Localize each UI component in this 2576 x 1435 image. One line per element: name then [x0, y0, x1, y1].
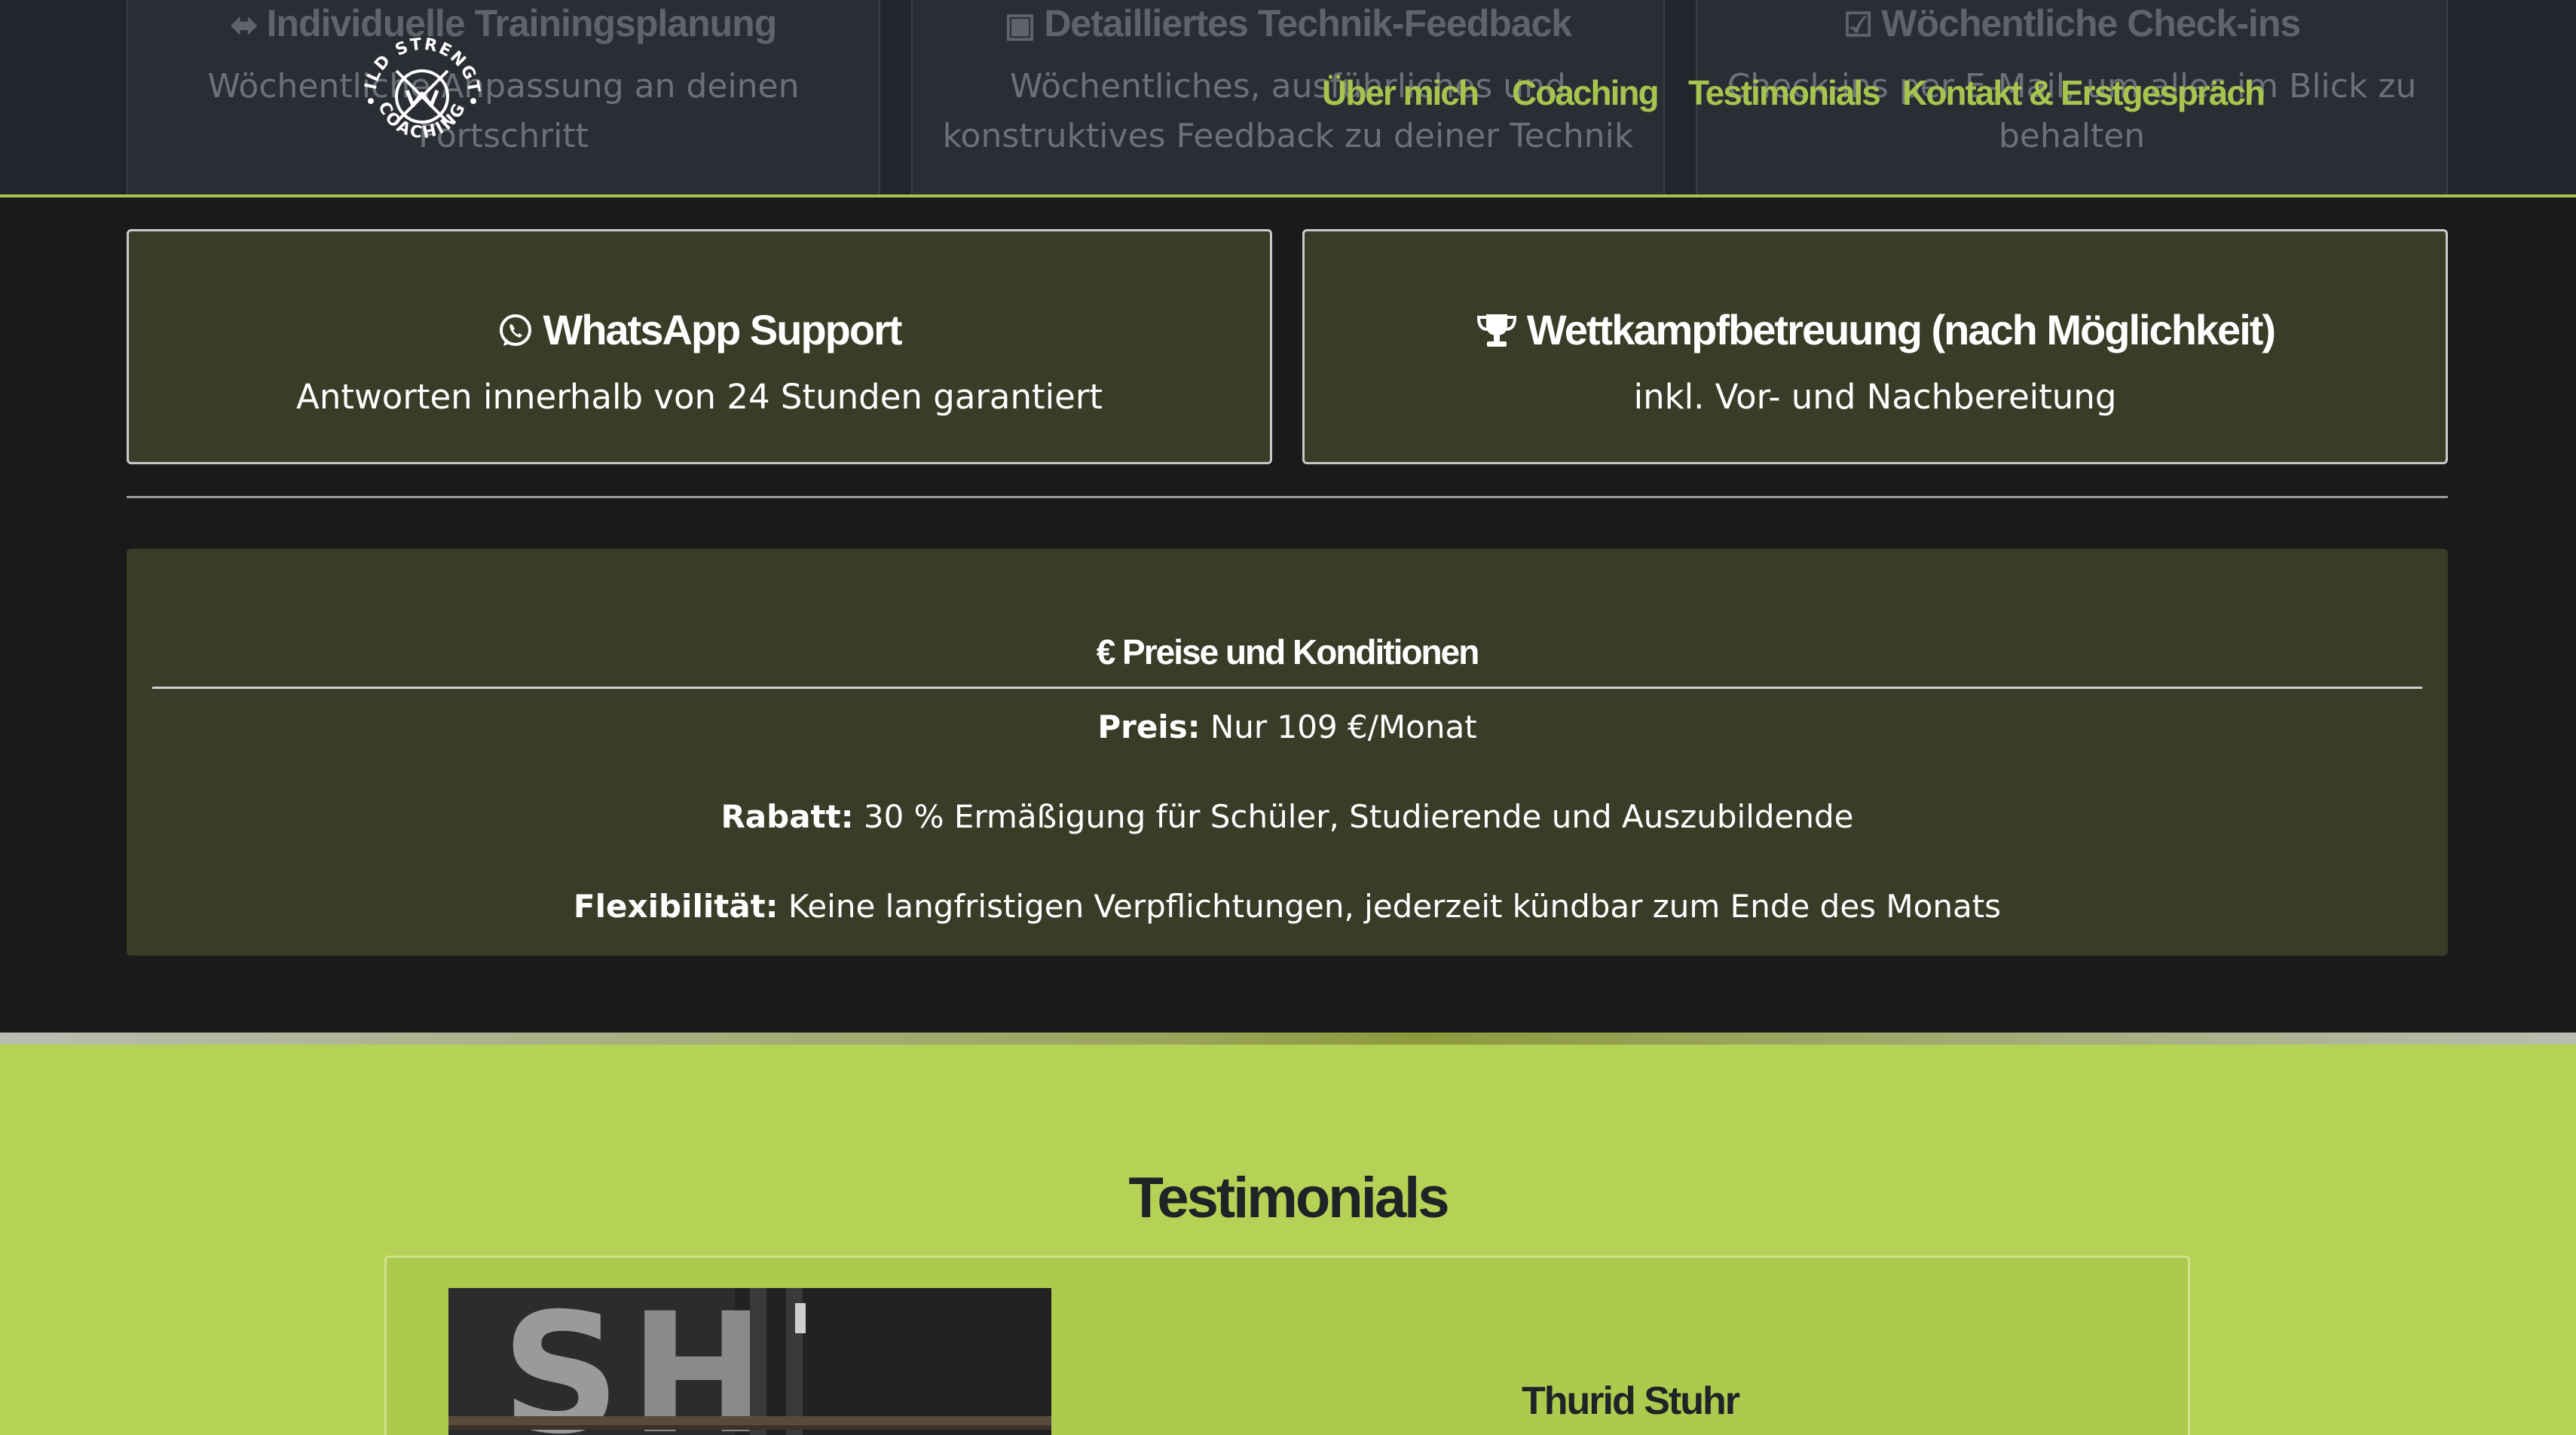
pricing-value: 30 % Ermäßigung für Schüler, Studierende… [863, 798, 1854, 835]
pricing-line-flexibility: Flexibilität: Keine langfristigen Verpfl… [127, 888, 2448, 925]
testimonials-section: Testimonials S H Thurid Stuhr [0, 1045, 2576, 1435]
bg-card-title: ☑ Wöchentliche Check-ins [1843, 2, 2301, 44]
bg-card-title: ⬌ Individuelle Trainingsplanung [230, 2, 777, 44]
bg-card-title: ▣ Detailliertes Technik-Feedback [1004, 2, 1572, 44]
nav-link-testimonials[interactable]: Testimonials [1688, 72, 1881, 113]
testimonial-card: S H Thurid Stuhr [384, 1256, 2190, 1435]
pricing-rule [152, 687, 2422, 689]
pricing-value: Nur 109 €/Monat [1210, 708, 1477, 745]
pricing-label: Flexibilität: [573, 888, 779, 925]
section-divider [127, 496, 2448, 498]
testimonial-name: Thurid Stuhr [1522, 1379, 1740, 1423]
pricing-card: € Preise und Konditionen Preis: Nur 109 … [127, 549, 2448, 956]
feature-card-whatsapp: WhatsApp Support Antworten innerhalb von… [127, 229, 1272, 464]
trophy-icon [1476, 314, 1516, 347]
presentation-icon: ▣ [1004, 7, 1036, 44]
pricing-title: € Preise und Konditionen [1096, 632, 1480, 672]
testimonials-heading: Testimonials [1128, 1166, 1450, 1230]
nav-link-coaching[interactable]: Coaching [1512, 72, 1660, 113]
nav-link-ueber-mich[interactable]: Über mich [1322, 72, 1479, 113]
feature-title: WhatsApp Support [129, 305, 1270, 354]
svg-text:S: S [501, 1288, 620, 1435]
nav-link-kontakt[interactable]: Kontakt & Erstgespräch [1902, 72, 2265, 113]
feature-text: Antworten innerhalb von 24 Stunden garan… [296, 377, 1103, 417]
pricing-value: Keine langfristigen Verpflichtungen, jed… [788, 888, 2002, 925]
main-nav: Über mich Coaching Testimonials Kontakt … [0, 72, 2576, 125]
gym-photo-image: S H [448, 1288, 1051, 1435]
pricing-label: Preis: [1097, 708, 1201, 745]
dumbbell-icon: ⬌ [230, 7, 259, 44]
calendar-check-icon: ☑ [1843, 7, 1873, 44]
pricing-line-discount: Rabatt: 30 % Ermäßigung für Schüler, Stu… [127, 798, 2448, 835]
svg-text:H: H [629, 1288, 768, 1435]
testimonial-photo: S H [448, 1288, 1051, 1435]
pricing-label: Rabatt: [720, 798, 854, 835]
feature-text: inkl. Vor- und Nachbereitung [1633, 377, 2117, 417]
feature-title: Wettkampfbetreuung (nach Möglichkeit) [1305, 305, 2446, 354]
pricing-line-price: Preis: Nur 109 €/Monat [127, 708, 2448, 745]
site-header: ⬌ Individuelle Trainingsplanung Wöchentli… [0, 0, 2576, 197]
whatsapp-icon [500, 314, 532, 346]
feature-card-competition: Wettkampfbetreuung (nach Möglichkeit) in… [1302, 229, 2448, 464]
